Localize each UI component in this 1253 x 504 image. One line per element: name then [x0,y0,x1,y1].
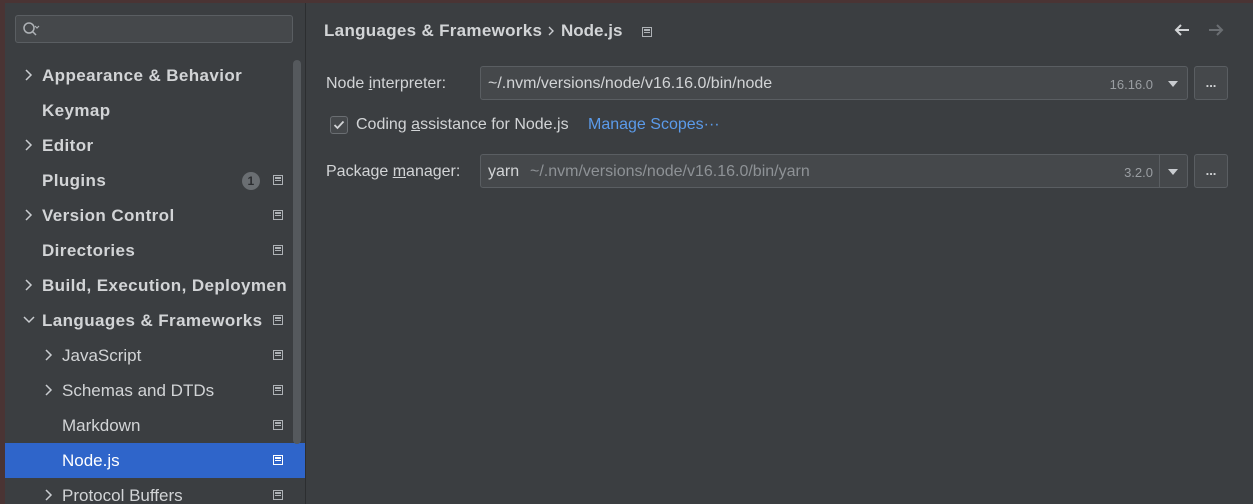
sidebar-item-keymap[interactable]: Keymap [5,93,293,128]
search-input[interactable] [46,18,290,42]
coding-assistance-checkbox[interactable] [330,116,348,134]
chevron-right-icon[interactable] [43,349,55,361]
sidebar-item-languages-frameworks[interactable]: Languages & Frameworks [5,303,293,338]
chevron-right-icon[interactable] [23,209,35,221]
settings-search-box[interactable] [15,15,293,43]
sidebar-item-label: Keymap [42,100,111,120]
sidebar-item-label: Node.js [62,450,120,470]
sidebar-item-label: Markdown [62,415,141,435]
browse-interpreter-button[interactable]: ... [1194,66,1228,100]
sidebar-item-label: Editor [42,135,94,155]
breadcrumb-chevron-icon [548,26,554,36]
chevron-right-icon[interactable] [23,139,35,151]
settings-dialog: Appearance & Behavior Keymap Editor Plugins… [5,3,1253,504]
package-manager-combo[interactable]: yarn ~/.nvm/versions/node/v16.16.0/bin/y… [480,154,1188,188]
settings-content: Languages & Frameworks Node.js Node inte… [306,3,1253,504]
project-scope-icon [273,210,283,220]
sidebar-item-label: JavaScript [62,345,142,365]
package-manager-name: yarn [488,163,520,180]
sidebar-item-label: Schemas and DTDs [62,380,215,400]
package-manager-version: 3.2.0 [1124,165,1153,180]
sidebar-item-markdown[interactable]: Markdown [5,408,293,443]
node-interpreter-value: ~/.nvm/versions/node/v16.16.0/bin/node [488,75,773,92]
chevron-right-icon[interactable] [23,279,35,291]
update-count-badge: 1 [242,172,260,190]
forward-arrow-icon[interactable] [1206,21,1226,39]
breadcrumb-current: Node.js [561,21,623,40]
settings-sidebar: Appearance & Behavior Keymap Editor Plugins… [5,3,306,504]
chevron-right-icon[interactable] [43,384,55,396]
project-scope-icon [273,385,283,395]
checkmark-icon [333,120,345,130]
dropdown-arrow-icon[interactable] [1167,80,1179,88]
sidebar-item-label: Version Control [42,205,175,225]
chevron-right-icon[interactable] [23,69,35,81]
chevron-right-icon[interactable] [43,489,55,501]
sidebar-scrollbar[interactable] [293,60,301,444]
project-scope-icon [273,245,283,255]
project-scope-icon [273,490,283,500]
sidebar-item-label: Appearance & Behavior [42,65,243,85]
project-scope-icon [273,315,283,325]
sidebar-item-editor[interactable]: Editor [5,128,293,163]
package-manager-label: Package manager: [326,163,461,180]
sidebar-item-label: Plugins [42,170,107,190]
back-arrow-icon[interactable] [1172,21,1192,39]
sidebar-item-node-js[interactable]: Node.js [5,443,305,478]
search-icon [23,22,40,36]
project-scope-icon [273,420,283,430]
node-version-label: 16.16.0 [1109,77,1153,92]
manage-scopes-link[interactable]: Manage Scopes··· [588,116,720,134]
sidebar-item-schemas-and-dtds[interactable]: Schemas and DTDs [5,373,293,408]
dropdown-arrow-icon[interactable] [1167,168,1179,176]
sidebar-item-javascript[interactable]: JavaScript [5,338,293,373]
sidebar-item-label: Languages & Frameworks [42,310,263,330]
combo-divider [1159,155,1160,187]
project-scope-icon [273,350,283,360]
package-manager-path: ~/.nvm/versions/node/v16.16.0/bin/yarn [530,163,810,180]
sidebar-item-directories[interactable]: Directories [5,233,293,268]
breadcrumb-parent[interactable]: Languages & Frameworks [324,21,542,41]
coding-assistance-label[interactable]: Coding assistance for Node.js [356,116,569,134]
sidebar-item-version-control[interactable]: Version Control [5,198,293,233]
browse-package-manager-button[interactable]: ... [1194,154,1228,188]
sidebar-item-label: Build, Execution, Deploymen [42,275,288,295]
project-scope-icon [273,175,283,185]
sidebar-item-label: Protocol Buffers [62,485,183,504]
sidebar-item-build-execution-deploymen[interactable]: Build, Execution, Deploymen [5,268,293,303]
node-interpreter-label: Node interpreter: [326,75,447,92]
sidebar-item-label: Directories [42,240,136,260]
sidebar-item-plugins[interactable]: Plugins 1 [5,163,293,198]
sidebar-item-appearance-behavior[interactable]: Appearance & Behavior [5,58,293,93]
node-interpreter-combo[interactable]: ~/.nvm/versions/node/v16.16.0/bin/node 1… [480,66,1188,100]
project-scope-icon [273,455,283,465]
sidebar-item-protocol-buffers[interactable]: Protocol Buffers [5,478,293,504]
chevron-down-icon[interactable] [23,314,35,326]
project-scope-icon [642,27,652,37]
